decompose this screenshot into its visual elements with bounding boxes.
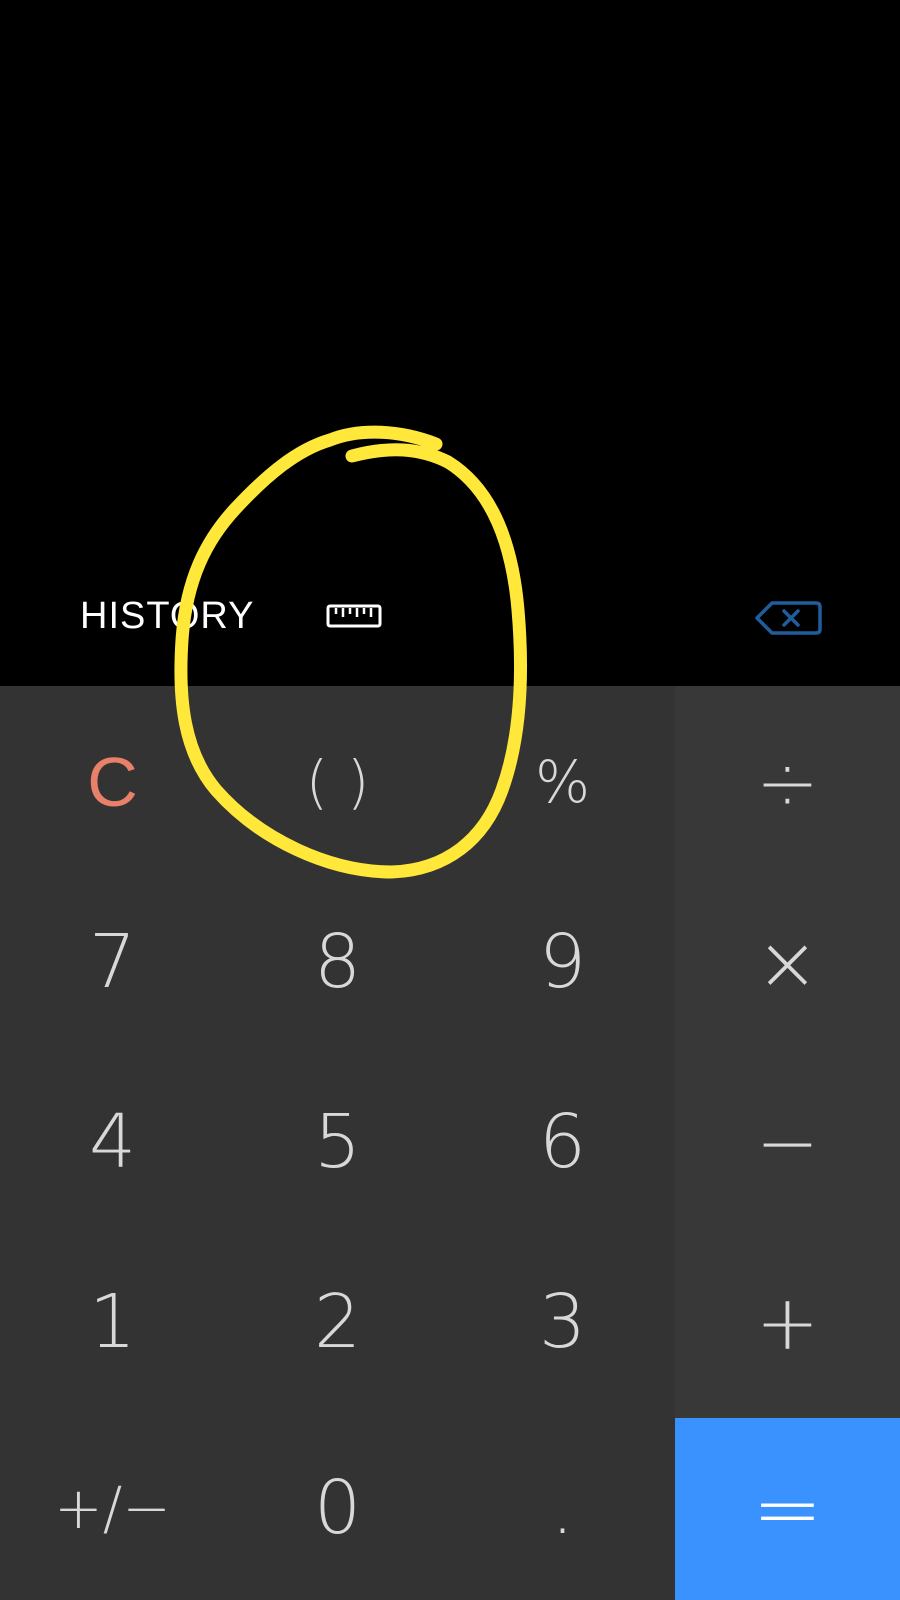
digit-5-key[interactable]: 5 — [225, 1052, 450, 1232]
backspace-icon — [755, 601, 822, 635]
digit-2-key[interactable]: 2 — [225, 1232, 450, 1412]
equals-key[interactable]: = — [675, 1418, 900, 1600]
digit-9-key[interactable]: 9 — [450, 872, 675, 1052]
digit-3-key[interactable]: 3 — [450, 1232, 675, 1412]
clear-key[interactable]: C — [0, 692, 225, 872]
history-button[interactable]: HISTORY — [80, 595, 255, 638]
digit-1-key[interactable]: 1 — [0, 1232, 225, 1412]
digit-0-key[interactable]: 0 — [225, 1418, 450, 1598]
decimal-key[interactable]: . — [450, 1418, 675, 1598]
divide-key[interactable]: ÷ — [675, 692, 900, 872]
parentheses-key[interactable]: ( ) — [225, 692, 450, 872]
digit-7-key[interactable]: 7 — [0, 872, 225, 1052]
plus-minus-key[interactable]: +/− — [0, 1418, 225, 1598]
digit-8-key[interactable]: 8 — [225, 872, 450, 1052]
plus-key[interactable]: + — [675, 1232, 900, 1412]
display-area — [0, 0, 900, 686]
multiply-key[interactable]: × — [675, 872, 900, 1052]
digit-4-key[interactable]: 4 — [0, 1052, 225, 1232]
backspace-button[interactable] — [754, 599, 822, 637]
percent-key[interactable]: % — [450, 692, 675, 872]
ruler-icon[interactable] — [326, 600, 384, 630]
minus-key[interactable]: − — [675, 1052, 900, 1232]
digit-6-key[interactable]: 6 — [450, 1052, 675, 1232]
